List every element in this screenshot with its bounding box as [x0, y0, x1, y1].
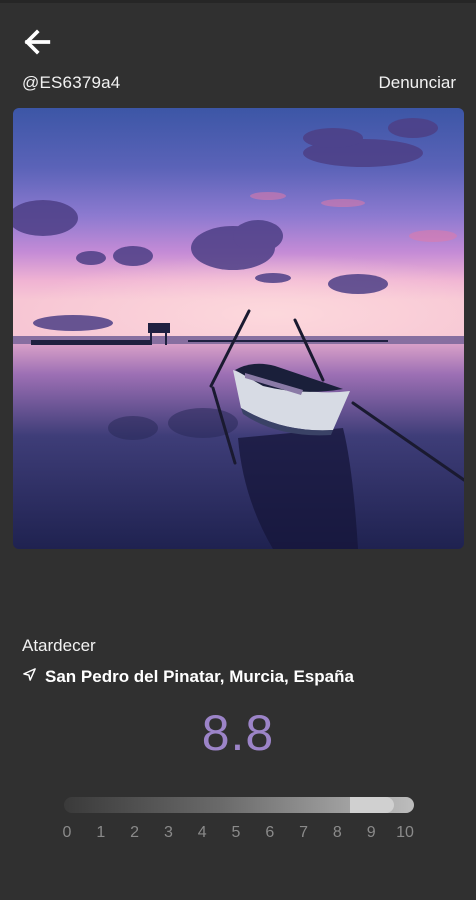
rating-tick-label: 6	[265, 824, 275, 841]
rating-tick-label: 0	[62, 824, 72, 841]
rating-tick-label: 2	[130, 824, 140, 841]
photo-title: Atardecer	[22, 636, 96, 655]
navigation-arrow-icon	[22, 667, 37, 687]
arrow-left-icon	[20, 25, 54, 64]
rating-tick-label: 5	[231, 824, 241, 841]
rating-tick-label: 10	[396, 824, 414, 841]
rating-tick-label: 9	[366, 824, 376, 841]
rating-score: 8.8	[201, 705, 275, 761]
rating-tick-label: 7	[299, 824, 309, 841]
rating-slider[interactable]	[64, 797, 414, 813]
location-label: San Pedro del Pinatar, Murcia, España	[45, 667, 354, 686]
rating-scale-ticks: 0 1 2 3 4 5 6 7 8 9 10	[55, 824, 417, 842]
author-username[interactable]: @ES6379a4	[22, 73, 120, 93]
rating-tick-label: 1	[96, 824, 106, 841]
rating-tick-label: 4	[197, 824, 207, 841]
rating-slider-thumb[interactable]	[350, 797, 394, 813]
rating-tick-label: 8	[332, 824, 342, 841]
rating-tick-label: 3	[163, 824, 173, 841]
report-button[interactable]: Denunciar	[379, 73, 457, 93]
sunset-boat-photo	[13, 108, 464, 549]
status-bar	[0, 0, 476, 3]
back-button[interactable]	[20, 26, 64, 62]
location-row: San Pedro del Pinatar, Murcia, España	[22, 667, 354, 687]
